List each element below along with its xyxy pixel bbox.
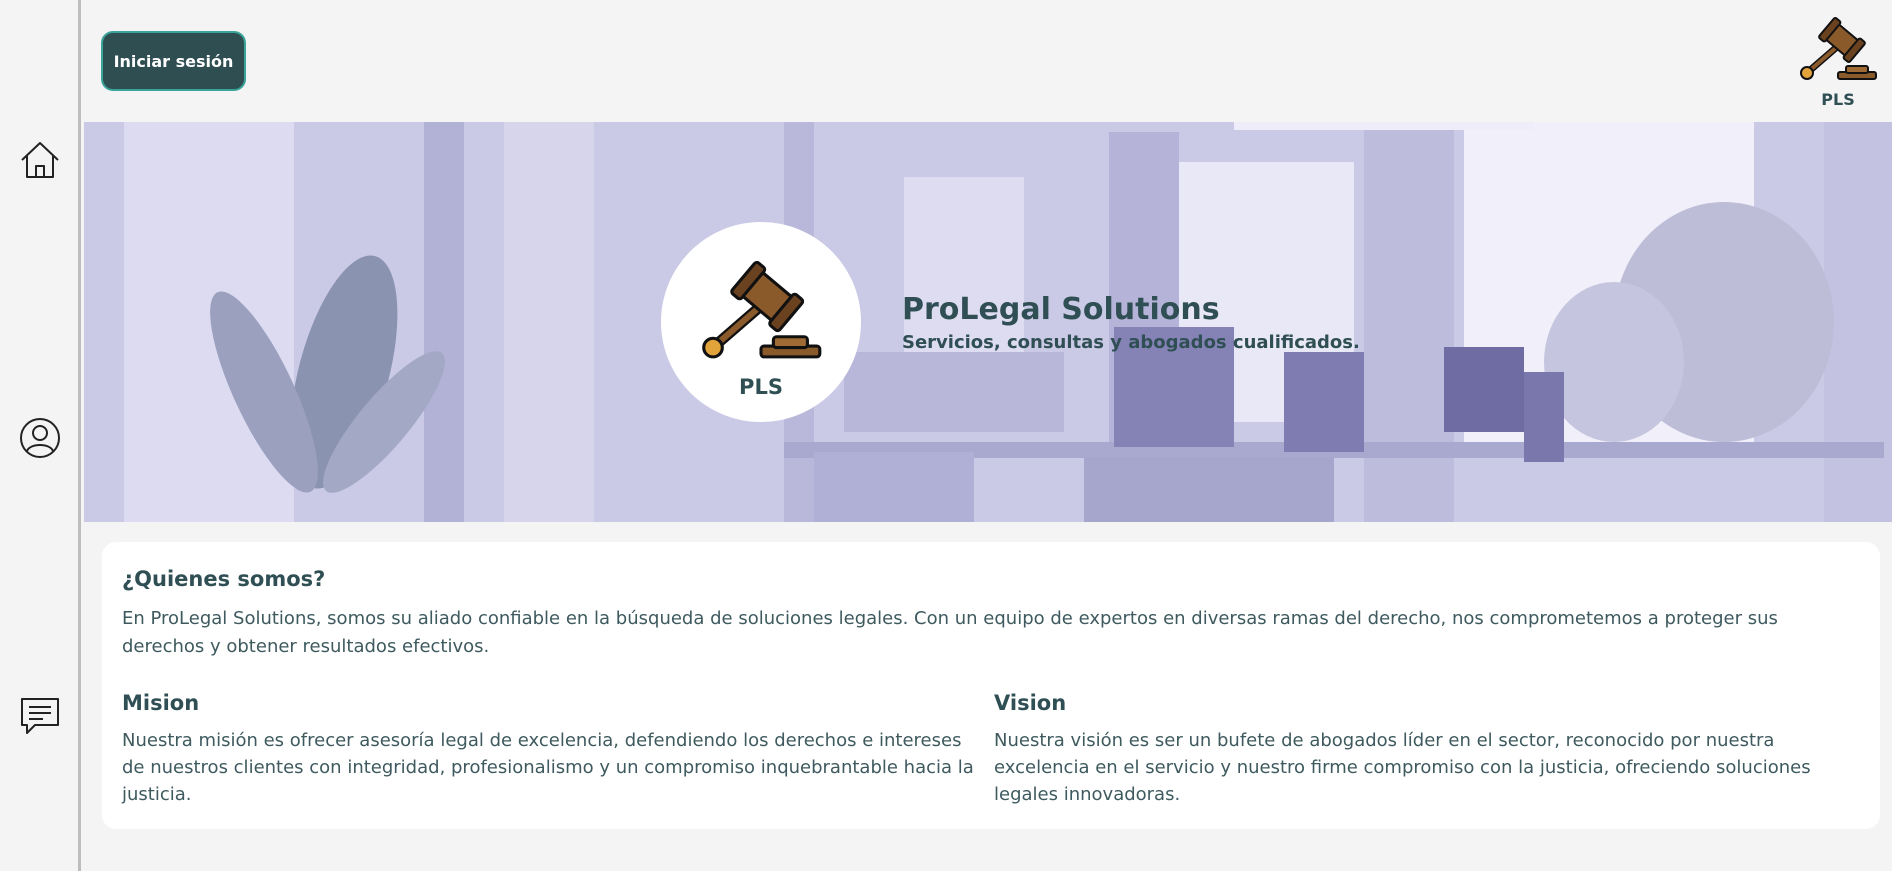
- about-title: ¿Quienes somos?: [122, 567, 326, 591]
- mission-text: Nuestra misión es ofrecer asesoría legal…: [122, 730, 974, 805]
- hero-subtitle: Servicios, consultas y abogados cualific…: [902, 332, 1360, 353]
- gavel-icon: [702, 260, 822, 359]
- header-logo[interactable]: PLS: [1796, 12, 1880, 116]
- vision-title: Vision: [994, 691, 1067, 715]
- mission-title: Mision: [122, 691, 200, 715]
- home-icon: [21, 142, 59, 178]
- header-logo-text: PLS: [1821, 90, 1855, 109]
- login-button[interactable]: Iniciar sesión: [101, 31, 246, 91]
- vision-section: Vision Nuestra visión es ser un bufete d…: [994, 691, 1864, 808]
- about-text: En ProLegal Solutions, somos su aliado c…: [122, 608, 1778, 657]
- user-profile-icon: [20, 418, 60, 458]
- sidebar-item-home[interactable]: [16, 136, 64, 184]
- hero-logo: PLS: [661, 222, 861, 422]
- sidebar-item-profile[interactable]: [16, 414, 64, 462]
- hero-logo-text: PLS: [739, 375, 783, 399]
- chat-icon: [21, 698, 59, 734]
- vision-text: Nuestra visión es ser un bufete de aboga…: [994, 730, 1811, 805]
- about-card: ¿Quienes somos? En ProLegal Solutions, s…: [102, 542, 1880, 829]
- sidebar: [0, 0, 81, 871]
- hero-title: ProLegal Solutions: [902, 292, 1220, 327]
- hero-banner: PLS ProLegal Solutions Servicios, consul…: [84, 122, 1892, 522]
- mission-section: Mision Nuestra misión es ofrecer asesorí…: [122, 691, 974, 808]
- sidebar-item-chat[interactable]: [16, 692, 64, 740]
- gavel-icon: [1800, 17, 1877, 80]
